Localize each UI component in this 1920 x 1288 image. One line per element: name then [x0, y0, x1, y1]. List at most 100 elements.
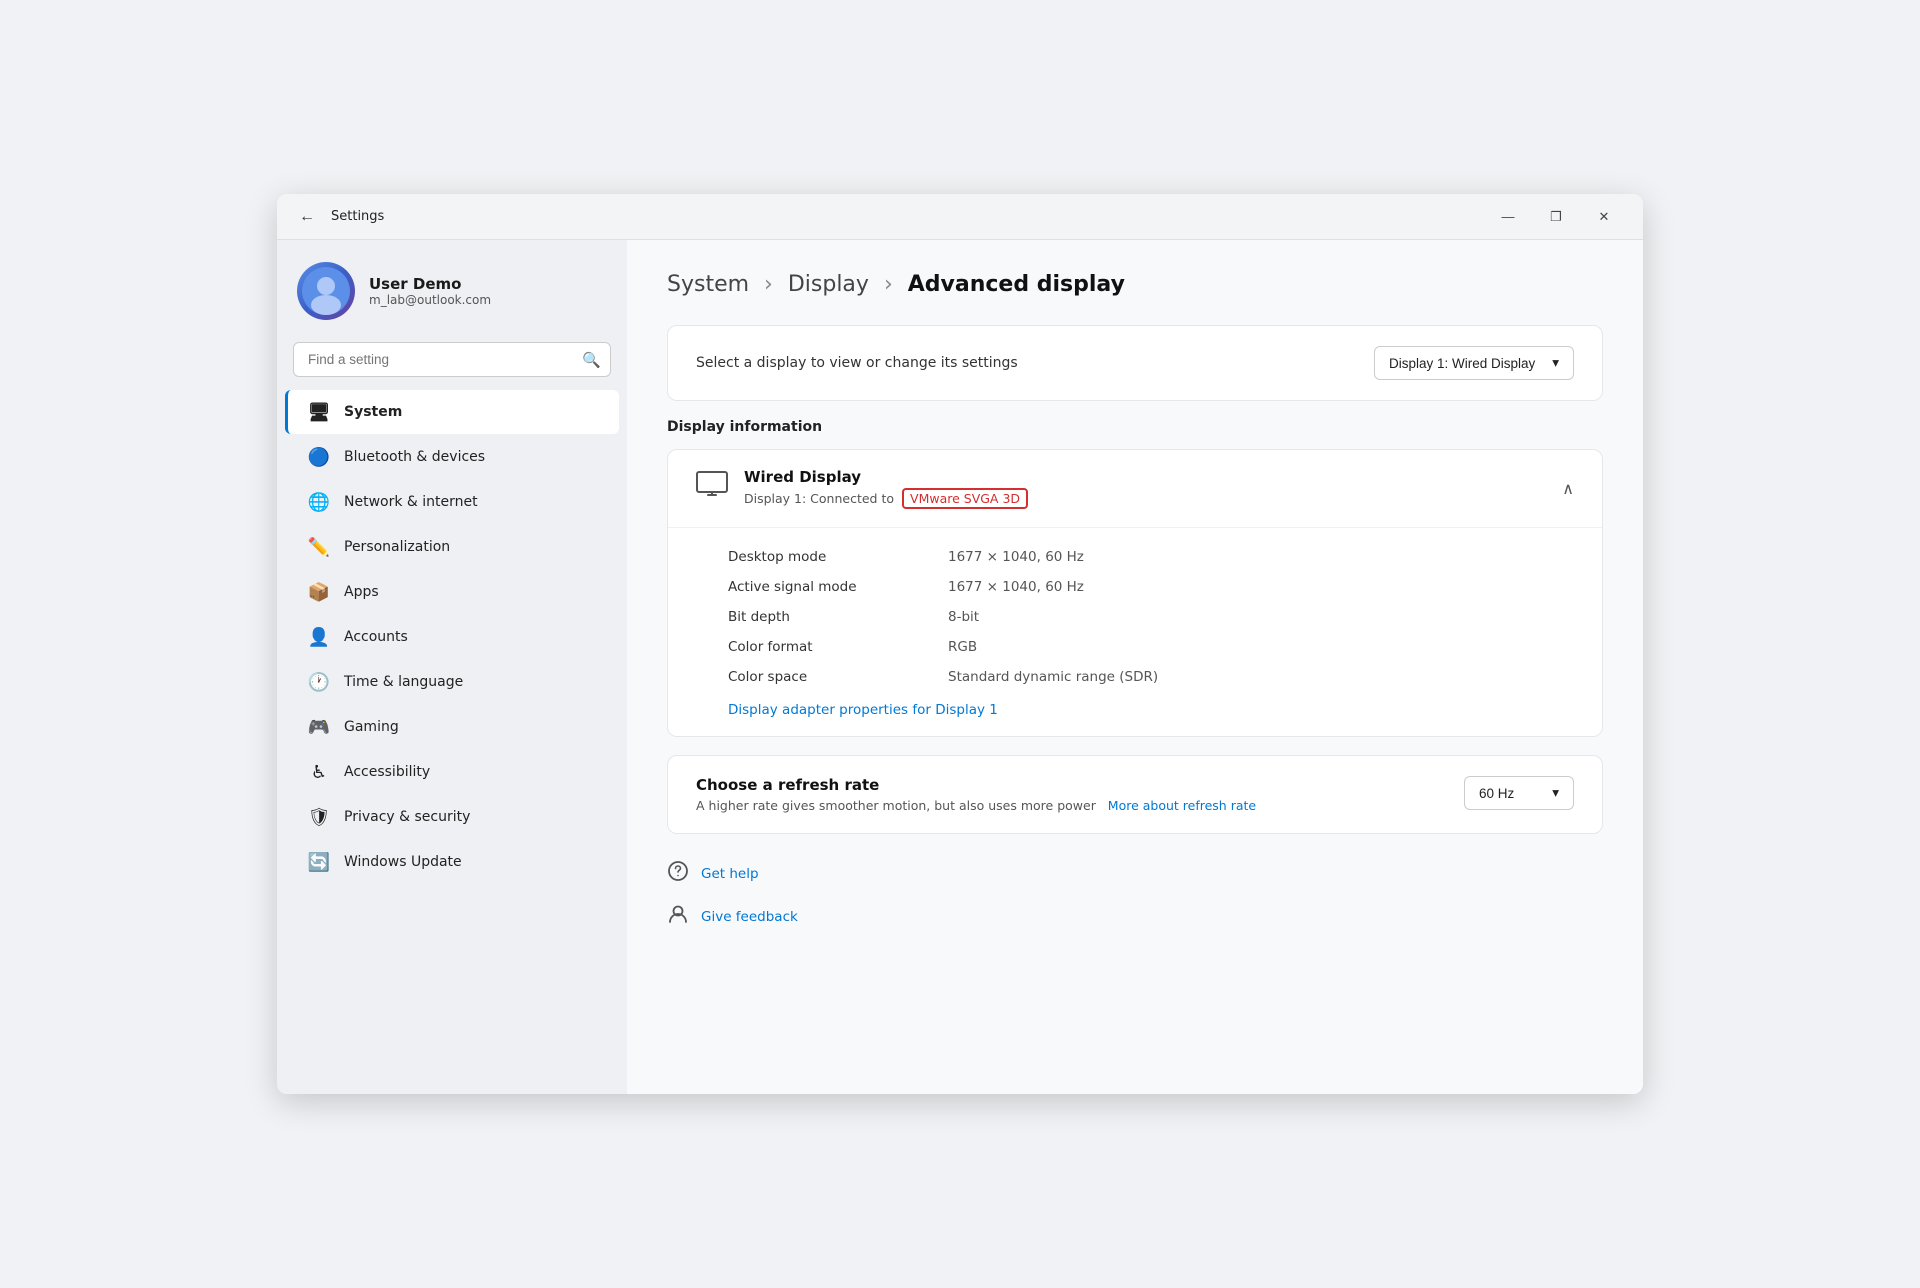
sidebar-item-network[interactable]: 🌐 Network & internet [285, 480, 619, 524]
minimize-button[interactable]: — [1485, 201, 1531, 233]
monitor-icon [696, 471, 728, 506]
refresh-rate-desc-text: A higher rate gives smoother motion, but… [696, 798, 1096, 813]
refresh-rate-dropdown[interactable]: 60 Hz ▾ [1464, 776, 1574, 810]
display-info-header: Wired Display Display 1: Connected to VM… [668, 450, 1602, 528]
sidebar-item-accessibility[interactable]: ♿ Accessibility [285, 750, 619, 794]
display-info-section: Display information Wi [667, 419, 1603, 737]
sidebar-item-apps[interactable]: 📦 Apps [285, 570, 619, 614]
sidebar-item-privacy[interactable]: 🛡 Privacy & security [285, 795, 619, 839]
avatar [297, 262, 355, 320]
display-selector-row: Select a display to view or change its s… [696, 346, 1574, 380]
display-selector-card: Select a display to view or change its s… [667, 325, 1603, 401]
sidebar-item-label-personalization: Personalization [344, 539, 599, 555]
search-input[interactable] [293, 342, 611, 377]
get-help-icon [667, 860, 689, 887]
spec-row-desktop-mode: Desktop mode 1677 × 1040, 60 Hz [728, 542, 1574, 572]
give-feedback-link[interactable]: Give feedback [701, 909, 798, 925]
spec-value-desktop-mode: 1677 × 1040, 60 Hz [948, 549, 1084, 565]
get-help-row: Get help [667, 852, 1603, 895]
system-icon: 🖥 [308, 401, 330, 423]
breadcrumb-part3: Advanced display [908, 272, 1125, 297]
display-title-block: Wired Display Display 1: Connected to VM… [744, 468, 1028, 509]
settings-window: ← Settings — ❐ ✕ User Demo m_ [277, 194, 1643, 1094]
titlebar: ← Settings — ❐ ✕ [277, 194, 1643, 240]
sidebar-item-windows-update[interactable]: 🔄 Windows Update [285, 840, 619, 884]
accounts-icon: 👤 [308, 626, 330, 648]
chevron-down-icon: ▾ [1552, 355, 1559, 371]
sidebar-item-gaming[interactable]: 🎮 Gaming [285, 705, 619, 749]
display-dropdown-value: Display 1: Wired Display [1389, 356, 1535, 371]
close-button[interactable]: ✕ [1581, 201, 1627, 233]
breadcrumb-sep2: › [884, 272, 900, 297]
display-info-section-title: Display information [667, 419, 1603, 435]
spec-row-color-space: Color space Standard dynamic range (SDR) [728, 662, 1574, 692]
sidebar-item-system[interactable]: 🖥 System [285, 390, 619, 434]
sidebar-item-bluetooth[interactable]: 🔵 Bluetooth & devices [285, 435, 619, 479]
display-subtitle-prefix: Display 1: Connected to [744, 491, 894, 506]
bluetooth-icon: 🔵 [308, 446, 330, 468]
adapter-properties-link[interactable]: Display adapter properties for Display 1 [728, 692, 1574, 722]
help-section: Get help Give feedback [667, 852, 1603, 938]
spec-label-active-signal: Active signal mode [728, 579, 948, 595]
gaming-icon: 🎮 [308, 716, 330, 738]
breadcrumb-part1: System [667, 272, 749, 297]
user-profile[interactable]: User Demo m_lab@outlook.com [277, 240, 627, 338]
refresh-rate-value: 60 Hz [1479, 786, 1514, 801]
more-about-refresh-link[interactable]: More about refresh rate [1108, 798, 1256, 813]
spec-label-bit-depth: Bit depth [728, 609, 948, 625]
display-subtitle: Display 1: Connected to VMware SVGA 3D [744, 488, 1028, 509]
display-selector-label: Select a display to view or change its s… [696, 355, 1018, 371]
sidebar-item-label-system: System [344, 404, 599, 420]
refresh-rate-title: Choose a refresh rate [696, 776, 1256, 794]
specs-table: Desktop mode 1677 × 1040, 60 Hz Active s… [668, 528, 1602, 736]
spec-value-color-format: RGB [948, 639, 977, 655]
sidebar-item-label-accessibility: Accessibility [344, 764, 599, 780]
sidebar-item-label-accounts: Accounts [344, 629, 599, 645]
user-info: User Demo m_lab@outlook.com [369, 275, 491, 307]
spec-label-color-space: Color space [728, 669, 948, 685]
sidebar-item-label-bluetooth: Bluetooth & devices [344, 449, 599, 465]
sidebar-item-accounts[interactable]: 👤 Accounts [285, 615, 619, 659]
sidebar-item-time[interactable]: 🕐 Time & language [285, 660, 619, 704]
breadcrumb-part2: Display [788, 272, 869, 297]
sidebar-item-label-windows-update: Windows Update [344, 854, 599, 870]
refresh-rate-desc: A higher rate gives smoother motion, but… [696, 798, 1256, 813]
spec-value-active-signal: 1677 × 1040, 60 Hz [948, 579, 1084, 595]
main-layout: User Demo m_lab@outlook.com 🔍 🖥 System 🔵… [277, 240, 1643, 1094]
refresh-rate-chevron-icon: ▾ [1552, 785, 1559, 801]
network-icon: 🌐 [308, 491, 330, 513]
vmware-badge: VMware SVGA 3D [902, 488, 1028, 509]
spec-label-desktop-mode: Desktop mode [728, 549, 948, 565]
breadcrumb: System › Display › Advanced display [667, 272, 1603, 297]
refresh-rate-card: Choose a refresh rate A higher rate give… [667, 755, 1603, 834]
sidebar-item-label-time: Time & language [344, 674, 599, 690]
windows-update-icon: 🔄 [308, 851, 330, 873]
sidebar-item-label-privacy: Privacy & security [344, 809, 599, 825]
breadcrumb-sep1: › [764, 272, 780, 297]
give-feedback-row: Give feedback [667, 895, 1603, 938]
give-feedback-icon [667, 903, 689, 930]
sidebar-item-label-network: Network & internet [344, 494, 599, 510]
get-help-link[interactable]: Get help [701, 866, 759, 882]
back-button[interactable]: ← [293, 203, 321, 231]
maximize-button[interactable]: ❐ [1533, 201, 1579, 233]
sidebar-item-label-gaming: Gaming [344, 719, 599, 735]
privacy-icon: 🛡 [308, 806, 330, 828]
sidebar: User Demo m_lab@outlook.com 🔍 🖥 System 🔵… [277, 240, 627, 1094]
spec-row-bit-depth: Bit depth 8-bit [728, 602, 1574, 632]
user-name: User Demo [369, 275, 491, 293]
sidebar-nav: 🖥 System 🔵 Bluetooth & devices 🌐 Network… [277, 389, 627, 885]
content-area: System › Display › Advanced display Sele… [627, 240, 1643, 1094]
personalization-icon: ✏️ [308, 536, 330, 558]
user-email: m_lab@outlook.com [369, 293, 491, 307]
display-info-title-row: Wired Display Display 1: Connected to VM… [696, 468, 1028, 509]
window-controls: — ❐ ✕ [1485, 201, 1627, 233]
spec-label-color-format: Color format [728, 639, 948, 655]
sidebar-item-label-apps: Apps [344, 584, 599, 600]
time-icon: 🕐 [308, 671, 330, 693]
spec-row-active-signal: Active signal mode 1677 × 1040, 60 Hz [728, 572, 1574, 602]
chevron-up-icon[interactable]: ∧ [1562, 479, 1574, 498]
display-dropdown[interactable]: Display 1: Wired Display ▾ [1374, 346, 1574, 380]
spec-row-color-format: Color format RGB [728, 632, 1574, 662]
sidebar-item-personalization[interactable]: ✏️ Personalization [285, 525, 619, 569]
